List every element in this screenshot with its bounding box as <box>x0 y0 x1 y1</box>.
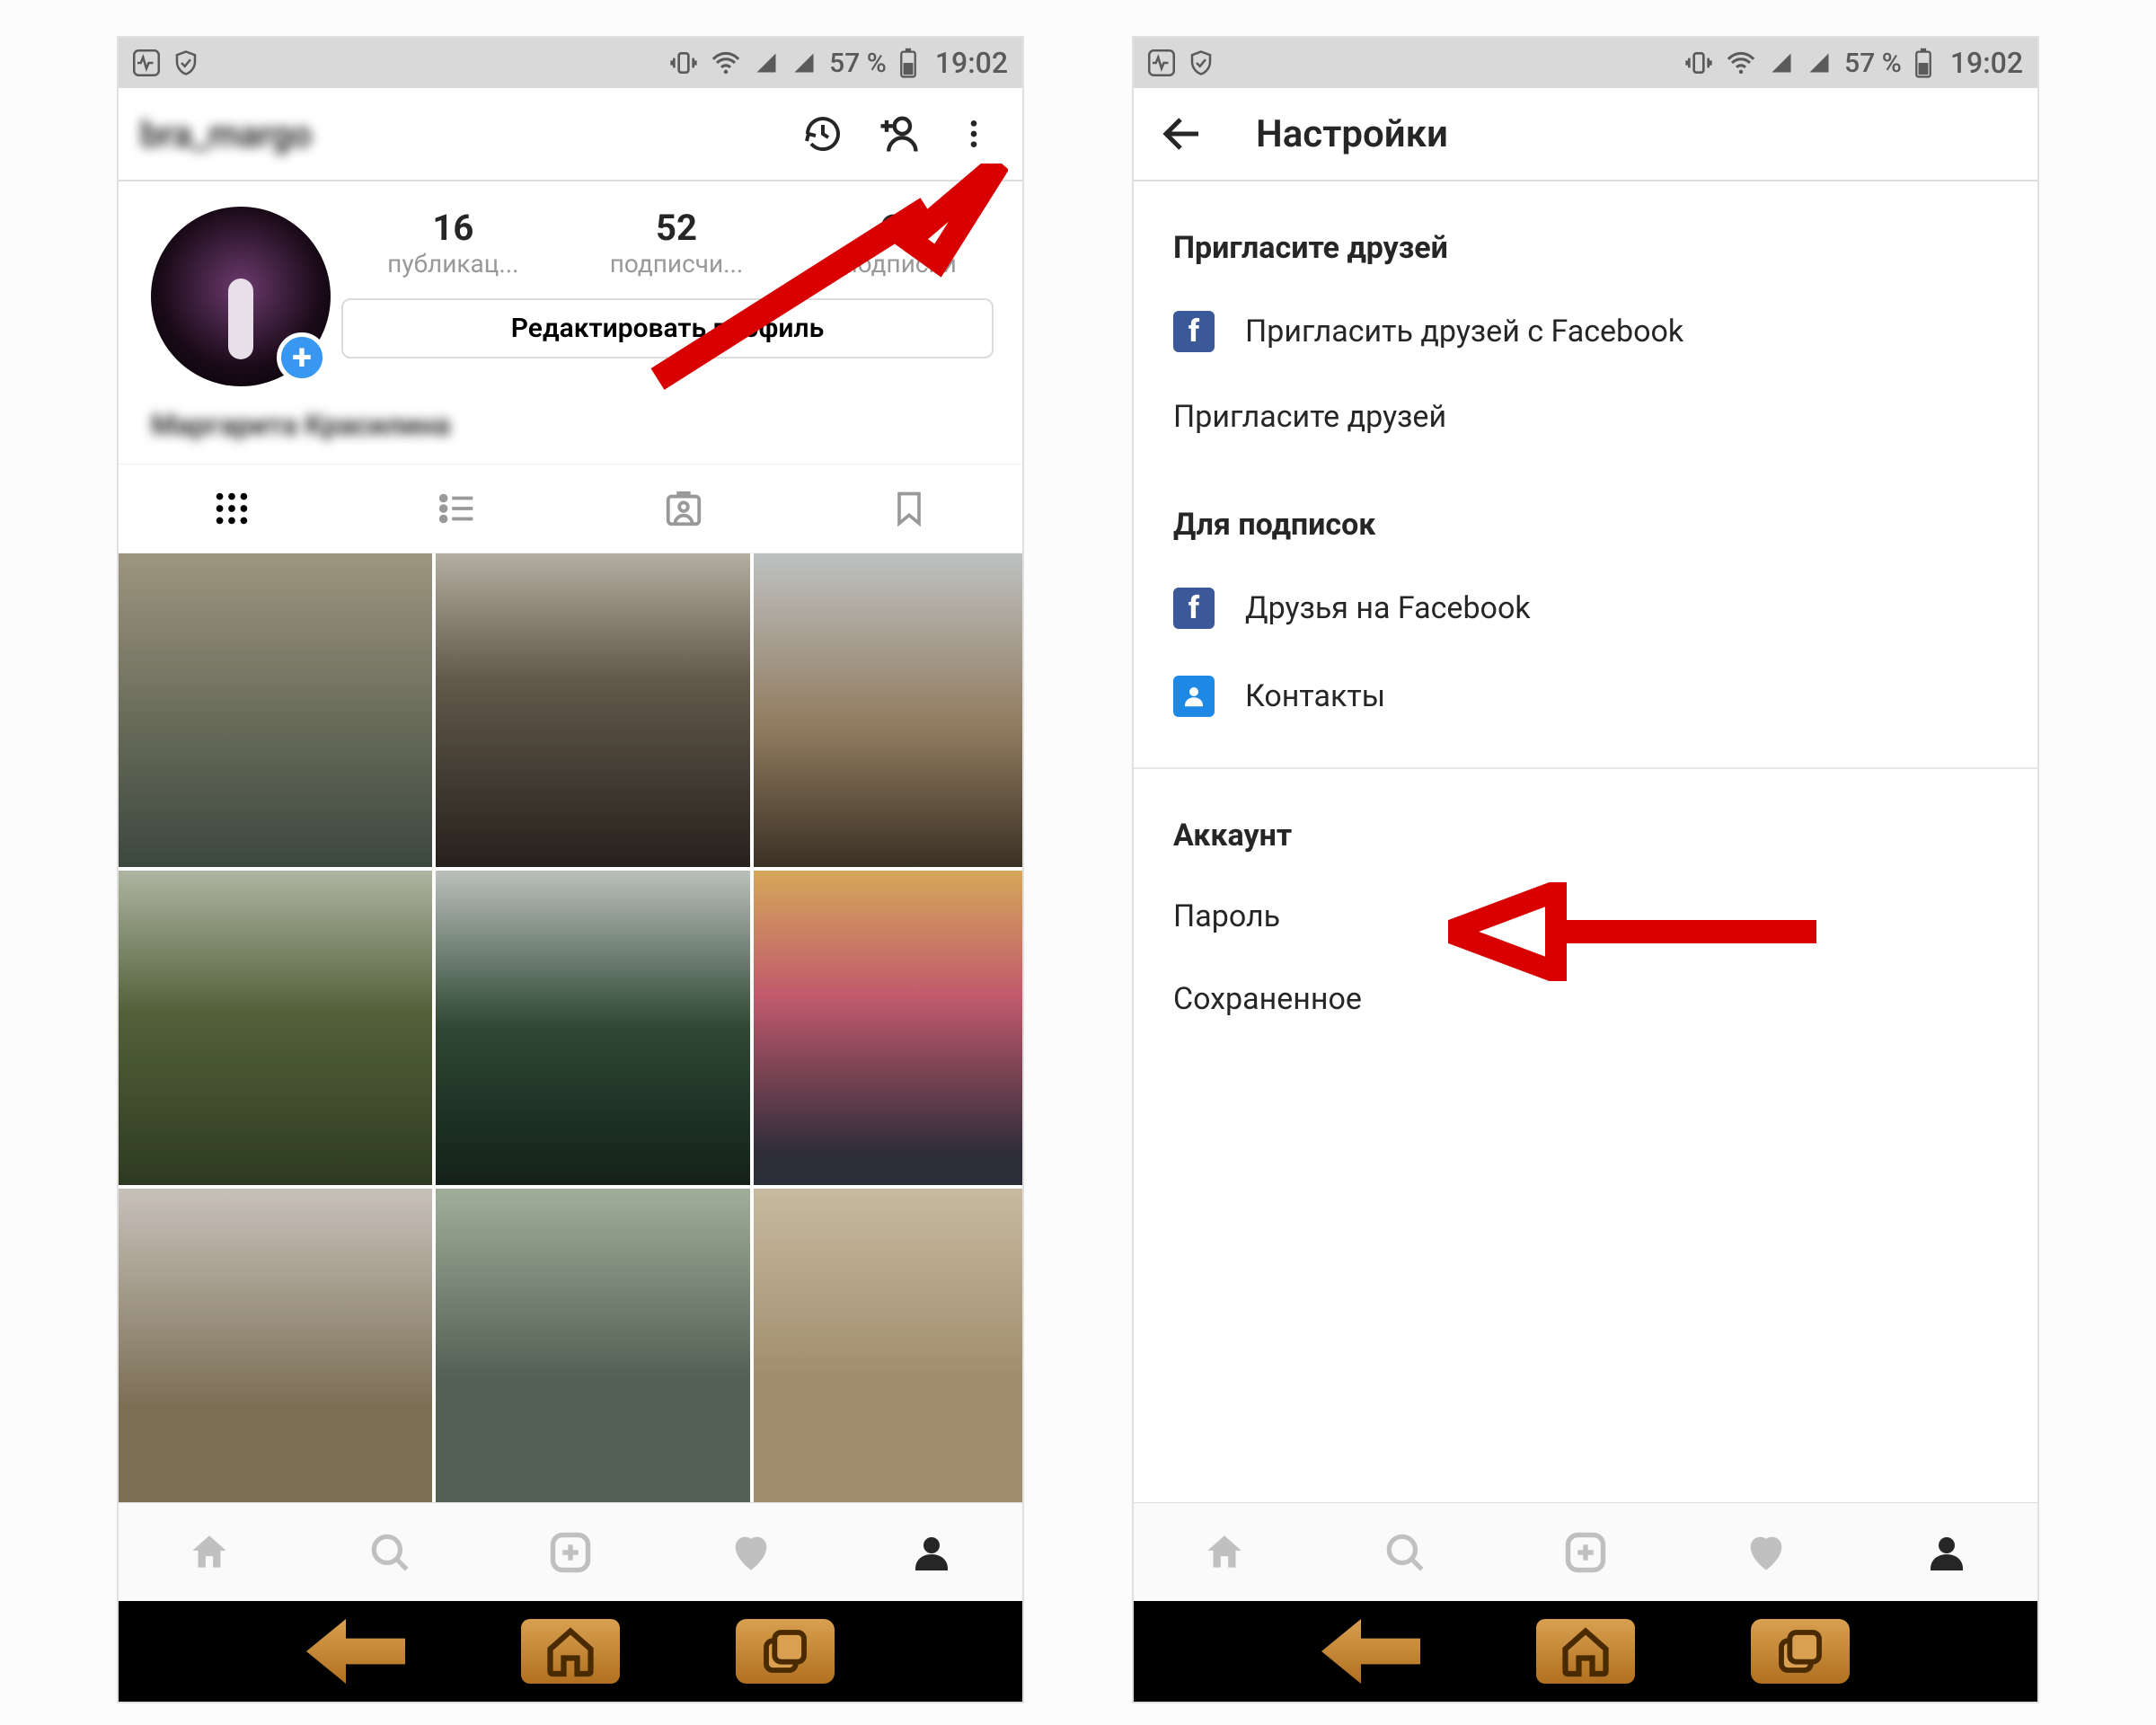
wifi-icon <box>711 48 741 78</box>
nav-add-icon[interactable] <box>545 1527 596 1578</box>
grid-photo[interactable] <box>436 871 749 1184</box>
section-follow: Для подписок <box>1134 458 2037 564</box>
grid-photo[interactable] <box>436 1189 749 1502</box>
wifi-icon <box>1726 48 1756 78</box>
tab-grid[interactable] <box>119 464 345 553</box>
nav-search-icon[interactable] <box>1380 1527 1430 1578</box>
tab-saved[interactable] <box>797 464 1023 553</box>
grid-photo[interactable] <box>119 871 432 1184</box>
settings-body: Пригласите друзей f Пригласить друзей с … <box>1134 181 2037 1502</box>
nav-add-icon[interactable] <box>1560 1527 1611 1578</box>
stat-posts[interactable]: 16 публикац... <box>341 207 565 279</box>
grid-photo[interactable] <box>119 1189 432 1502</box>
grid-photo[interactable] <box>754 1189 1024 1502</box>
menu-kebab-icon[interactable] <box>947 107 1001 161</box>
grid-photo[interactable] <box>754 553 1024 867</box>
facebook-icon: f <box>1173 311 1215 352</box>
phone-profile: 57 % 19:02 bra_margo + 16 п <box>117 36 1024 1703</box>
tab-list[interactable] <box>345 464 571 553</box>
battery-pct: 57 % <box>1844 48 1902 79</box>
battery-icon <box>899 48 917 78</box>
grid-photo[interactable] <box>754 871 1024 1184</box>
profile-header: bra_margo <box>119 88 1022 181</box>
discover-people-icon[interactable] <box>871 107 925 161</box>
row-contacts[interactable]: Контакты <box>1134 652 2037 740</box>
pulse-icon <box>1148 49 1175 76</box>
bottom-nav <box>1134 1502 2037 1601</box>
battery-pct: 57 % <box>829 48 887 79</box>
section-invite: Пригласите друзей <box>1134 181 2037 288</box>
bottom-nav <box>119 1502 1022 1601</box>
nav-profile-icon[interactable] <box>906 1527 957 1578</box>
settings-header: Настройки <box>1134 88 2037 181</box>
signal2-icon <box>1807 50 1832 75</box>
username-label[interactable]: bra_margo <box>140 113 774 155</box>
contacts-icon <box>1173 676 1215 717</box>
avatar[interactable]: + <box>151 207 331 386</box>
status-bar: 57 % 19:02 <box>119 38 1022 88</box>
grid-photo[interactable] <box>119 553 432 867</box>
sys-home-icon[interactable] <box>1536 1619 1635 1684</box>
vibrate-icon <box>669 49 698 77</box>
nav-home-icon[interactable] <box>184 1527 234 1578</box>
profile-stats-row: + 16 публикац... 52 подписчи... 62 подпи… <box>119 181 1022 386</box>
row-invite-friends[interactable]: Пригласите друзей <box>1134 376 2037 458</box>
profile-tabs <box>119 464 1022 553</box>
signal1-icon <box>754 50 779 75</box>
nav-search-icon[interactable] <box>365 1527 415 1578</box>
display-name: Маргарита Красилина <box>151 408 1022 442</box>
add-story-icon[interactable]: + <box>277 332 327 383</box>
nav-heart-icon[interactable] <box>726 1527 776 1578</box>
battery-icon <box>1914 48 1932 78</box>
sys-recent-icon[interactable] <box>736 1619 835 1684</box>
sys-recent-icon[interactable] <box>1751 1619 1850 1684</box>
shield-icon <box>1188 49 1215 76</box>
shield-icon <box>172 49 199 76</box>
clock-text: 19:02 <box>935 46 1008 80</box>
nav-home-icon[interactable] <box>1199 1527 1250 1578</box>
archive-icon[interactable] <box>796 107 850 161</box>
row-saved[interactable]: Сохраненное <box>1134 958 2037 1040</box>
edit-profile-button[interactable]: Редактировать профиль <box>341 298 994 358</box>
row-invite-fb[interactable]: f Пригласить друзей с Facebook <box>1134 288 2037 376</box>
stat-following[interactable]: 62 подписки <box>788 207 1012 279</box>
phone-settings: 57 % 19:02 Настройки Пригласите друзей f… <box>1132 36 2039 1703</box>
row-password[interactable]: Пароль <box>1134 875 2037 958</box>
settings-title: Настройки <box>1256 112 2016 156</box>
grid-photo[interactable] <box>436 553 749 867</box>
sys-back-icon[interactable] <box>306 1619 405 1684</box>
system-nav <box>1134 1601 2037 1702</box>
section-account: Аккаунт <box>1134 769 2037 875</box>
row-fb-friends[interactable]: f Друзья на Facebook <box>1134 564 2037 652</box>
nav-profile-icon[interactable] <box>1922 1527 1972 1578</box>
stat-followers[interactable]: 52 подписчи... <box>565 207 789 279</box>
tab-tagged[interactable] <box>570 464 797 553</box>
nav-heart-icon[interactable] <box>1741 1527 1791 1578</box>
system-nav <box>119 1601 1022 1702</box>
facebook-icon: f <box>1173 588 1215 629</box>
clock-text: 19:02 <box>1950 46 2023 80</box>
sys-home-icon[interactable] <box>521 1619 620 1684</box>
pulse-icon <box>133 49 160 76</box>
sys-back-icon[interactable] <box>1321 1619 1420 1684</box>
signal1-icon <box>1769 50 1794 75</box>
back-icon[interactable] <box>1155 107 1209 161</box>
vibrate-icon <box>1684 49 1713 77</box>
status-bar: 57 % 19:02 <box>1134 38 2037 88</box>
signal2-icon <box>791 50 817 75</box>
photo-grid <box>119 553 1022 1502</box>
